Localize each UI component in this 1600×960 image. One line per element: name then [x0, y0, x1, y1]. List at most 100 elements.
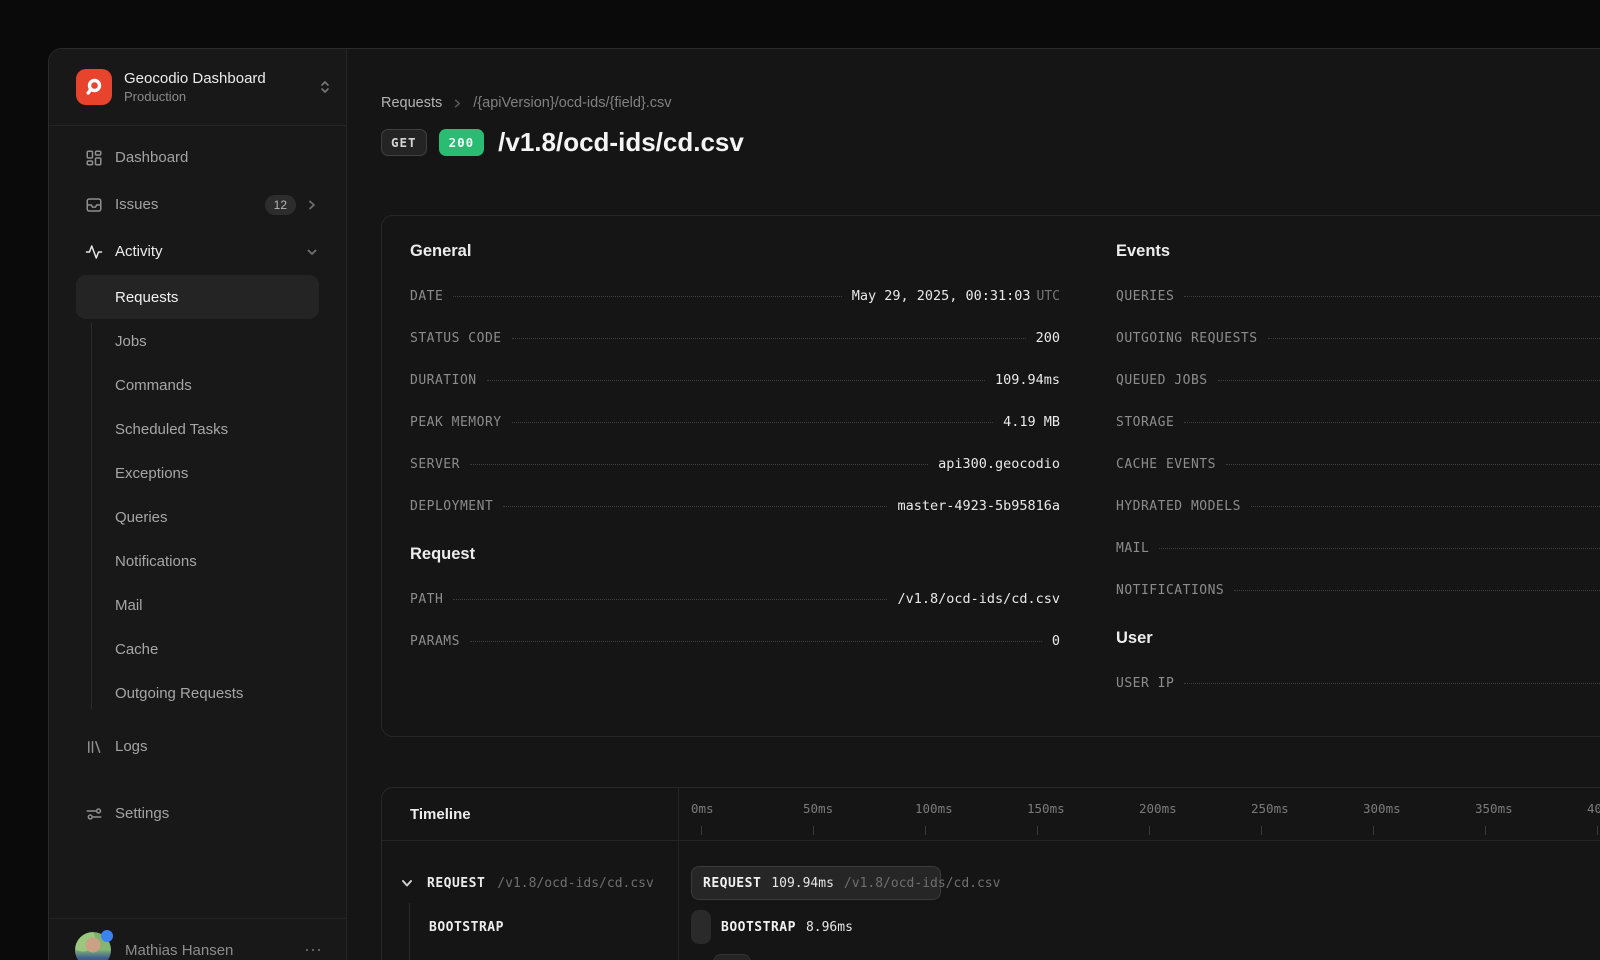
workspace-switcher[interactable]: Geocodio Dashboard Production	[49, 49, 346, 126]
sidebar-item-scheduled-tasks[interactable]: Scheduled Tasks	[65, 407, 330, 451]
clipped-span-bar[interactable]	[713, 954, 751, 960]
timeline-panel: Timeline 0ms 50ms 100ms 150ms 200ms 250m…	[381, 787, 1600, 960]
sidebar-item-notifications[interactable]: Notifications	[65, 539, 330, 583]
dotted-leader	[1226, 464, 1600, 465]
axis-tick: 100ms	[915, 801, 953, 816]
workspace-titles: Geocodio Dashboard Production	[124, 70, 266, 105]
detail-label: QUERIES	[1116, 288, 1174, 305]
sidebar-item-issues[interactable]: Issues 12	[65, 181, 330, 228]
axis-tick: 150ms	[1027, 801, 1065, 816]
details-right-column: Events QUERIES OUTGOING REQUESTS QUEUED …	[1116, 242, 1600, 736]
axis-tick: 0ms	[691, 801, 714, 816]
sidebar-item-queries[interactable]: Queries	[65, 495, 330, 539]
sidebar-item-logs[interactable]: Logs	[65, 723, 330, 770]
sub-item-label: Scheduled Tasks	[115, 421, 228, 438]
span-path: /v1.8/ocd-ids/cd.csv	[497, 876, 654, 891]
detail-row-duration: DURATION 109.94ms	[410, 372, 1060, 389]
timeline-axis: 0ms 50ms 100ms 150ms 200ms 250ms 300ms 3…	[679, 788, 1600, 840]
status-code-badge: 200	[439, 129, 485, 156]
detail-label: NOTIFICATIONS	[1116, 582, 1224, 599]
workspace-name: Geocodio Dashboard	[124, 70, 266, 88]
sidebar-item-label: Dashboard	[115, 149, 188, 166]
chevron-down-icon[interactable]	[400, 876, 414, 890]
detail-row-status-code: STATUS CODE 200	[410, 330, 1060, 347]
detail-row-date: DATE May 29, 2025, 00:31:03 UTC	[410, 288, 1060, 305]
section-heading-events: Events	[1116, 242, 1600, 261]
dotted-leader	[1184, 422, 1600, 423]
axis-tick: 350ms	[1475, 801, 1513, 816]
detail-row-params: PARAMS 0	[410, 633, 1060, 650]
bootstrap-span-bar[interactable]	[691, 910, 711, 944]
chevron-right-icon	[306, 199, 318, 211]
sidebar-item-label: Settings	[115, 805, 169, 822]
geocodio-logo	[76, 69, 112, 105]
sidebar-item-requests[interactable]: Requests	[76, 275, 319, 319]
app-window: Geocodio Dashboard Production	[48, 48, 1600, 960]
sub-item-label: Queries	[115, 509, 168, 526]
indent-guide-line	[409, 903, 410, 960]
axis-tick: 50ms	[803, 801, 833, 816]
detail-label: PATH	[410, 591, 443, 608]
breadcrumb-requests-link[interactable]: Requests	[381, 95, 442, 111]
chevrons-up-down-icon[interactable]	[318, 79, 332, 95]
user-menu[interactable]: Mathias Hansen ⋯	[49, 918, 346, 960]
dotted-leader	[1184, 296, 1600, 297]
dotted-leader	[453, 296, 841, 297]
detail-label: DATE	[410, 288, 443, 305]
detail-value: master-4923-5b95816a	[897, 498, 1060, 515]
inbox-icon	[85, 196, 103, 214]
request-title-row: GET 200 /v1.8/ocd-ids/cd.csv	[381, 127, 1600, 158]
page-title: /v1.8/ocd-ids/cd.csv	[498, 127, 744, 158]
map-pin-icon	[83, 76, 105, 98]
sidebar: Geocodio Dashboard Production	[49, 49, 347, 960]
bar-duration: 8.96ms	[806, 920, 853, 935]
detail-value: 200	[1036, 330, 1060, 347]
chevron-down-icon	[306, 246, 318, 258]
breadcrumb: Requests /{apiVersion}/ocd-ids/{field}.c…	[381, 95, 1600, 111]
sidebar-item-exceptions[interactable]: Exceptions	[65, 451, 330, 495]
dotted-leader	[512, 422, 994, 423]
detail-value-suffix: UTC	[1037, 288, 1060, 305]
dashboard-grid-icon	[85, 149, 103, 167]
section-heading-general: General	[410, 242, 1060, 261]
detail-value: 0	[1052, 633, 1060, 650]
axis-tick: 250ms	[1251, 801, 1289, 816]
sub-item-label: Exceptions	[115, 465, 188, 482]
timeline-heading: Timeline	[382, 788, 679, 840]
sidebar-item-dashboard[interactable]: Dashboard	[65, 134, 330, 181]
detail-row-hydrated-models: HYDRATED MODELS	[1116, 498, 1600, 515]
logs-icon	[85, 738, 103, 756]
chevron-right-icon	[452, 98, 463, 109]
ellipsis-icon[interactable]: ⋯	[304, 940, 324, 960]
detail-row-user-ip: USER IP	[1116, 675, 1600, 692]
detail-row-cache-events: CACHE EVENTS	[1116, 456, 1600, 473]
bar-label: BOOTSTRAP	[721, 920, 796, 935]
activity-subnav: Requests Jobs Commands Scheduled Tasks E…	[65, 275, 330, 715]
detail-row-deployment: DEPLOYMENT master-4923-5b95816a	[410, 498, 1060, 515]
sidebar-item-outgoing-requests[interactable]: Outgoing Requests	[65, 671, 330, 715]
detail-label: CACHE EVENTS	[1116, 456, 1216, 473]
sub-item-label: Commands	[115, 377, 192, 394]
sidebar-item-commands[interactable]: Commands	[65, 363, 330, 407]
sidebar-item-settings[interactable]: Settings	[65, 790, 330, 837]
dotted-leader	[1251, 506, 1600, 507]
detail-value: /v1.8/ocd-ids/cd.csv	[897, 591, 1060, 608]
avatar	[75, 932, 111, 960]
timeline-chart: REQUEST 109.94ms /v1.8/ocd-ids/cd.csv BO…	[679, 841, 1600, 960]
detail-label: DURATION	[410, 372, 477, 389]
sidebar-nav: Dashboard Issues 12	[49, 126, 346, 918]
sidebar-item-jobs[interactable]: Jobs	[65, 319, 330, 363]
sub-item-label: Cache	[115, 641, 158, 658]
sidebar-item-mail[interactable]: Mail	[65, 583, 330, 627]
sidebar-item-activity[interactable]: Activity	[65, 228, 330, 275]
dotted-leader	[470, 464, 928, 465]
timeline-span-labels: REQUEST /v1.8/ocd-ids/cd.csv BOOTSTRAP	[382, 841, 679, 960]
sidebar-item-label: Logs	[115, 738, 148, 755]
workspace-environment: Production	[124, 89, 266, 105]
detail-label: QUEUED JOBS	[1116, 372, 1208, 389]
sidebar-item-cache[interactable]: Cache	[65, 627, 330, 671]
bar-path: /v1.8/ocd-ids/cd.csv	[844, 876, 1001, 891]
sub-item-label: Requests	[115, 289, 178, 306]
span-name: BOOTSTRAP	[429, 920, 504, 935]
dotted-leader	[1159, 548, 1600, 549]
